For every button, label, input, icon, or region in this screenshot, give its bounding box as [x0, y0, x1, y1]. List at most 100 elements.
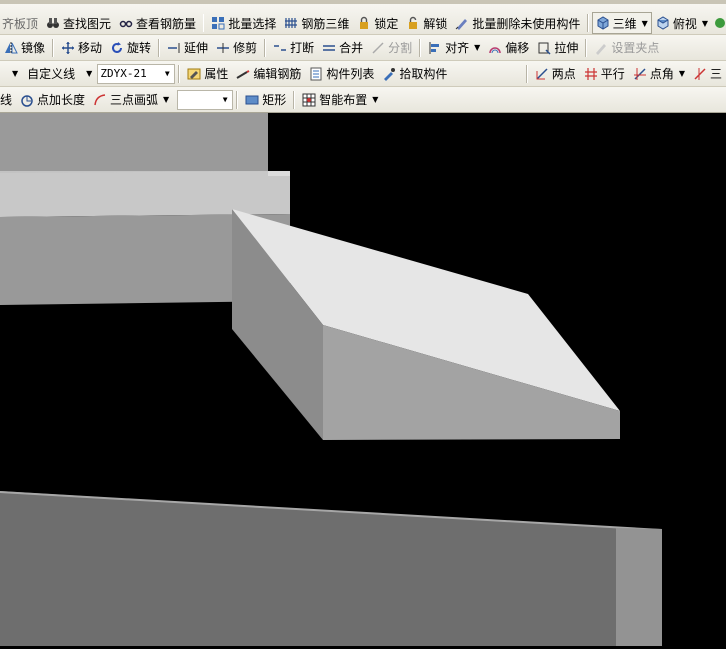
mirror-label: 镜像 — [21, 41, 46, 55]
smart-layout-dropdown[interactable]: 智能布置 ▼ — [298, 89, 382, 111]
lock-button[interactable]: 锁定 — [353, 12, 402, 34]
component-list-button[interactable]: 构件列表 — [305, 63, 378, 85]
floor-slab-partial-button[interactable]: 齐板顶 — [0, 12, 42, 34]
parallel-button[interactable]: 平行 — [580, 63, 629, 85]
edit-rebar-button[interactable]: 编辑钢筋 — [232, 63, 305, 85]
properties-button[interactable]: 属性 — [183, 63, 232, 85]
merge-button[interactable]: 合并 — [318, 37, 367, 59]
set-grip-button[interactable]: 设置夹点 — [590, 37, 663, 59]
line-button[interactable]: 线 — [0, 89, 16, 111]
move-label: 移动 — [78, 41, 103, 55]
rebar-3d-button[interactable]: 钢筋三维 — [280, 12, 353, 34]
arc-icon — [93, 93, 107, 107]
component-code-select[interactable]: ZDYX-21 ▼ — [97, 63, 176, 84]
edit-rebar-icon — [236, 67, 250, 81]
rectangle-button[interactable]: 矩形 — [241, 89, 290, 111]
offset-icon — [488, 41, 502, 55]
align-icon — [428, 41, 442, 55]
three-point-axis-icon — [693, 67, 707, 81]
separator — [52, 38, 55, 57]
offset-button[interactable]: 偏移 — [484, 37, 533, 59]
split-button[interactable]: 分割 — [367, 37, 416, 59]
unlock-icon — [406, 16, 420, 30]
find-element-label: 查找图元 — [63, 16, 112, 31]
floor-slab-partial-label: 齐板顶 — [2, 16, 39, 31]
line-type-select[interactable]: 自定义线 ▼ — [24, 63, 95, 85]
chevron-down-icon: ▼ — [222, 95, 228, 104]
pick-component-button[interactable]: 拾取构件 — [378, 63, 451, 85]
move-arrows-icon — [61, 41, 75, 55]
point-angle-label: 点角 — [649, 67, 674, 81]
floor-block-front-face — [0, 491, 616, 646]
three-point-axis-label: 三 — [709, 67, 722, 81]
3d-viewport[interactable] — [0, 113, 726, 646]
split-label: 分割 — [388, 41, 413, 55]
chevron-down-icon[interactable]: ▼ — [12, 69, 18, 78]
wall-corner — [268, 171, 290, 176]
merge-icon — [322, 41, 336, 55]
point-angle-dropdown[interactable]: 点角 ▼ — [629, 63, 689, 85]
extend-button[interactable]: 延伸 — [163, 37, 212, 59]
two-points-button[interactable]: 两点 — [531, 63, 580, 85]
separator — [178, 64, 181, 83]
separator — [264, 38, 267, 57]
edit-rebar-label: 编辑钢筋 — [253, 67, 302, 81]
batch-delete-unused-button[interactable]: 批量删除未使用构件 — [451, 12, 584, 34]
two-points-label: 两点 — [551, 67, 576, 81]
trim-button[interactable]: 修剪 — [212, 37, 261, 59]
view-rebar-qty-label: 查看钢筋量 — [136, 16, 197, 31]
three-point-axis-button[interactable]: 三 — [689, 63, 726, 85]
eyedropper-icon — [382, 67, 396, 81]
stretch-label: 拉伸 — [554, 41, 579, 55]
split-icon — [371, 41, 385, 55]
break-icon — [273, 41, 287, 55]
rotate-button[interactable]: 旋转 — [106, 37, 155, 59]
list-icon — [309, 67, 323, 81]
align-dropdown[interactable]: 对齐 ▼ — [424, 37, 484, 59]
offset-label: 偏移 — [505, 41, 530, 55]
arc-option-select[interactable]: ▼ — [177, 89, 234, 110]
stretch-icon — [537, 41, 551, 55]
batch-select-button[interactable]: 批量选择 — [207, 12, 280, 34]
toolbar-row-2: 镜像 移动 旋转 延伸 修剪 打断 合并 分割 对齐 ▼ 偏移 拉伸 设置夹点 — [0, 35, 726, 61]
view-3d-dropdown[interactable]: 三维 ▼ — [591, 12, 652, 34]
break-label: 打断 — [290, 41, 315, 55]
chevron-down-icon: ▼ — [641, 18, 648, 28]
component-list-label: 构件列表 — [326, 67, 375, 81]
chevron-down-icon: ▼ — [701, 18, 708, 28]
mirror-icon — [4, 41, 18, 55]
extend-icon — [167, 41, 181, 55]
mirror-button[interactable]: 镜像 — [0, 37, 49, 59]
three-point-arc-label: 三点画弧 — [110, 93, 159, 107]
find-element-button[interactable]: 查找图元 — [42, 12, 115, 34]
unlock-button[interactable]: 解锁 — [402, 12, 451, 34]
merge-label: 合并 — [339, 41, 364, 55]
break-button[interactable]: 打断 — [269, 37, 318, 59]
top-view-cube-icon — [656, 16, 670, 30]
eraser-brush-icon — [455, 16, 469, 30]
line-label: 线 — [0, 93, 13, 107]
view-rebar-qty-button[interactable]: 查看钢筋量 — [115, 12, 200, 34]
floor-block-side-face — [616, 528, 662, 646]
separator — [585, 38, 588, 57]
point-plus-length-button[interactable]: 点加长度 — [16, 89, 89, 111]
separator — [236, 90, 239, 109]
three-point-arc-dropdown[interactable]: 三点画弧 ▼ — [89, 89, 173, 111]
batch-select-label: 批量选择 — [228, 16, 277, 31]
3d-scene — [0, 113, 662, 646]
view-3d-label: 三维 — [612, 16, 637, 31]
two-points-icon — [535, 67, 549, 81]
rectangle-label: 矩形 — [262, 93, 287, 107]
properties-icon — [187, 67, 201, 81]
move-button[interactable]: 移动 — [57, 37, 106, 59]
stretch-button[interactable]: 拉伸 — [533, 37, 582, 59]
grip-brush-icon — [594, 41, 608, 55]
toolbar-row-3: ▼ 自定义线 ▼ ZDYX-21 ▼ 属性 编辑钢筋 构件列表 拾取构件 两点 … — [0, 61, 726, 87]
smart-layout-icon — [302, 93, 316, 107]
chevron-down-icon: ▼ — [474, 43, 481, 52]
separator — [158, 38, 161, 57]
top-view-dropdown[interactable]: 俯视 ▼ — [652, 12, 712, 34]
separator — [203, 14, 205, 32]
separator — [587, 14, 589, 32]
wall-step-face — [0, 171, 290, 217]
